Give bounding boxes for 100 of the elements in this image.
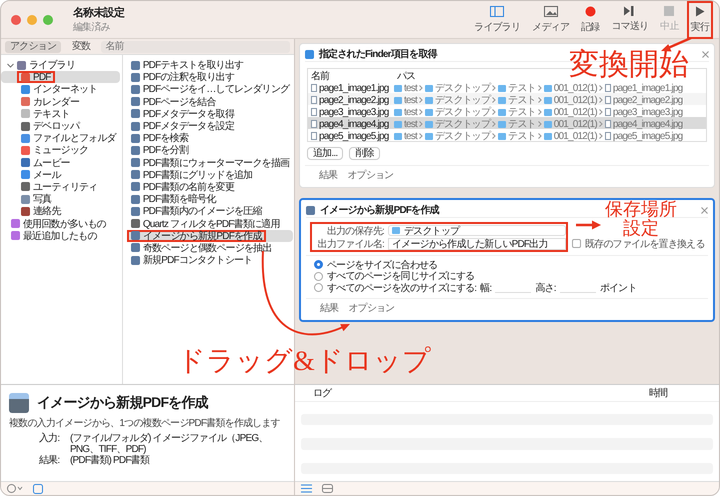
action-item[interactable]: PDF書類を暗号化 [126,193,294,206]
library-item[interactable]: ライブラリ [1,59,120,72]
table-cell: page3_image3.jpg [308,106,394,118]
action-item[interactable]: イメージから新規PDFを作成 [126,230,294,242]
input-field[interactable]: イメージから作成した新しいPDF出力 [388,238,566,250]
list-icon[interactable] [301,484,312,493]
path-cell: test デスクトップ テスト 001_012(1) page5_image5.jpg [394,129,706,143]
card-tab[interactable]: オプション [347,168,394,182]
action-item[interactable]: PDF書類内のイメージを圧縮 [126,205,294,218]
action-item[interactable]: PDFテキストを取り出す [126,59,294,72]
action-item[interactable]: PDF書類にグリッドを追加 [126,168,294,181]
split-icon[interactable] [322,484,333,493]
sidebar-item[interactable]: ムービー [1,156,120,169]
checkbox[interactable] [572,239,581,248]
window-subtitle: 編集済み [73,20,111,34]
card-tab[interactable]: 結果 [320,300,338,314]
description-text: 複数の入力イメージから、1つの複数ページPDF書類を作成します [9,416,281,430]
action-item[interactable]: PDFページを結合 [126,96,294,108]
sidebar-tab[interactable]: 変数 [67,40,96,52]
close-icon[interactable] [11,14,21,24]
radio-button[interactable] [314,272,323,281]
action-item[interactable]: PDFを検索 [126,132,294,144]
card-tab[interactable]: 結果 [319,168,338,182]
files-icon [21,134,30,143]
library-icon [17,60,26,70]
panel-icon[interactable] [33,484,43,494]
checkbox-label: 既存のファイルを置き換える [585,238,705,250]
column-header[interactable]: 名前 [308,69,394,83]
tools-icon [130,219,140,228]
radio-button[interactable] [314,283,323,292]
action-item[interactable]: PDFを分割 [126,144,294,156]
options-icon[interactable] [7,484,23,493]
text-icon [21,109,30,118]
table-row[interactable]: page4_image4.jpg test デスクトップ テスト 001_012(1) page4_image4.jpg [308,117,706,129]
stop-icon [664,6,674,16]
sidebar-item[interactable]: ユーティリティ [1,180,120,194]
table-button[interactable]: 追加... [307,147,344,160]
column-header: ログ [313,387,333,400]
search-field[interactable]: 名前 [101,40,290,52]
folder-select[interactable]: デスクトップ [388,225,566,236]
sidebar-item[interactable]: テキスト [1,108,120,120]
toolbar-button[interactable]: メディア [528,1,573,38]
action-item[interactable]: PDFページをイ…してレンダリング [126,83,294,96]
action-item[interactable]: 新規PDFコンタクトシート [126,254,294,266]
step-icon [624,6,636,16]
sidebar-item[interactable]: PDF [1,71,120,84]
action-item[interactable]: 奇数ページと偶数ページを抽出 [126,242,294,254]
table-row[interactable]: page2_image2.jpg test デスクトップ テスト 001_012(1) page2_image2.jpg [308,93,706,105]
action-item[interactable]: Quartz フィルタをPDF書類に適用 [126,217,294,230]
mail-icon [21,170,30,180]
field-label: 出力ファイル名: [316,238,384,250]
sidebar-item[interactable]: 最近追加したもの [1,230,120,242]
radio-label: すべてのページを同じサイズにする [327,270,474,283]
sidebar-item[interactable]: ミュージック [1,144,120,156]
close-icon[interactable] [702,50,709,58]
chevron-icon [7,62,14,69]
toolbar-button[interactable]: ライブラリ [470,1,524,38]
sidebar-item[interactable]: ファイルとフォルダ [1,132,120,144]
action-item[interactable]: PDF書類の名前を変更 [126,180,294,194]
field-label: 幅: [480,282,492,295]
path-cell: test デスクトップ テスト 001_012(1) page2_image2.jpg [394,93,706,107]
description-title: イメージから新規PDFを作成 [37,394,208,412]
sidebar-tab[interactable]: アクション [5,40,62,52]
radio-button[interactable] [314,260,323,270]
radio-label: ページをサイズに合わせる [327,258,438,271]
annotation-text: ドラッグ&ドロップ [177,347,431,376]
result-label: 結果: [39,455,60,466]
close-icon[interactable] [701,206,708,214]
minimize-icon[interactable] [27,14,37,24]
sidebar-item[interactable]: デベロッパ [1,120,120,132]
table-button[interactable]: 削除 [349,147,380,160]
table-cell: page4_image4.jpg [308,118,394,130]
action-item[interactable]: PDFの注釈を取り出す [126,71,294,84]
toolbar-button[interactable]: 実行 [686,1,713,38]
field-label: 高さ: [535,282,556,295]
card-title: イメージから新規PDFを作成 [320,203,439,217]
tools-icon [21,122,30,131]
sidebar-item[interactable]: 連絡先 [1,205,120,218]
finder-icon [305,50,314,58]
sidebar-item[interactable]: カレンダー [1,96,120,108]
radio-label: すべてのページを次のサイズにする: [327,282,476,295]
sidebar-item[interactable]: 使用回数が多いもの [1,217,120,230]
action-item[interactable]: PDF書類にウォーターマークを描画 [126,156,294,169]
result-text: (PDF書類) PDF書類 [70,455,151,466]
zoom-icon[interactable] [43,14,53,24]
contacts-icon [21,206,30,216]
card-tab[interactable]: オプション [348,300,394,314]
action-item[interactable]: PDFメタデータを取得 [126,108,294,120]
input-label: 入力: [39,433,60,446]
sidebar-item[interactable]: 写真 [1,193,120,206]
table-cell: page1_image1.jpg [308,82,394,94]
card-title: 指定されたFinder項目を取得 [319,47,437,61]
sidebar-item[interactable]: メール [1,168,120,181]
action-item[interactable]: PDFメタデータを設定 [126,120,294,132]
window-title: 名称未設定 [73,6,126,20]
toolbar-button[interactable]: コマ送り [607,1,652,38]
toolbar-button[interactable]: 記録 [576,1,604,38]
internet-icon [21,84,30,94]
document-icon [306,206,315,214]
sidebar-item[interactable]: インターネット [1,83,120,96]
